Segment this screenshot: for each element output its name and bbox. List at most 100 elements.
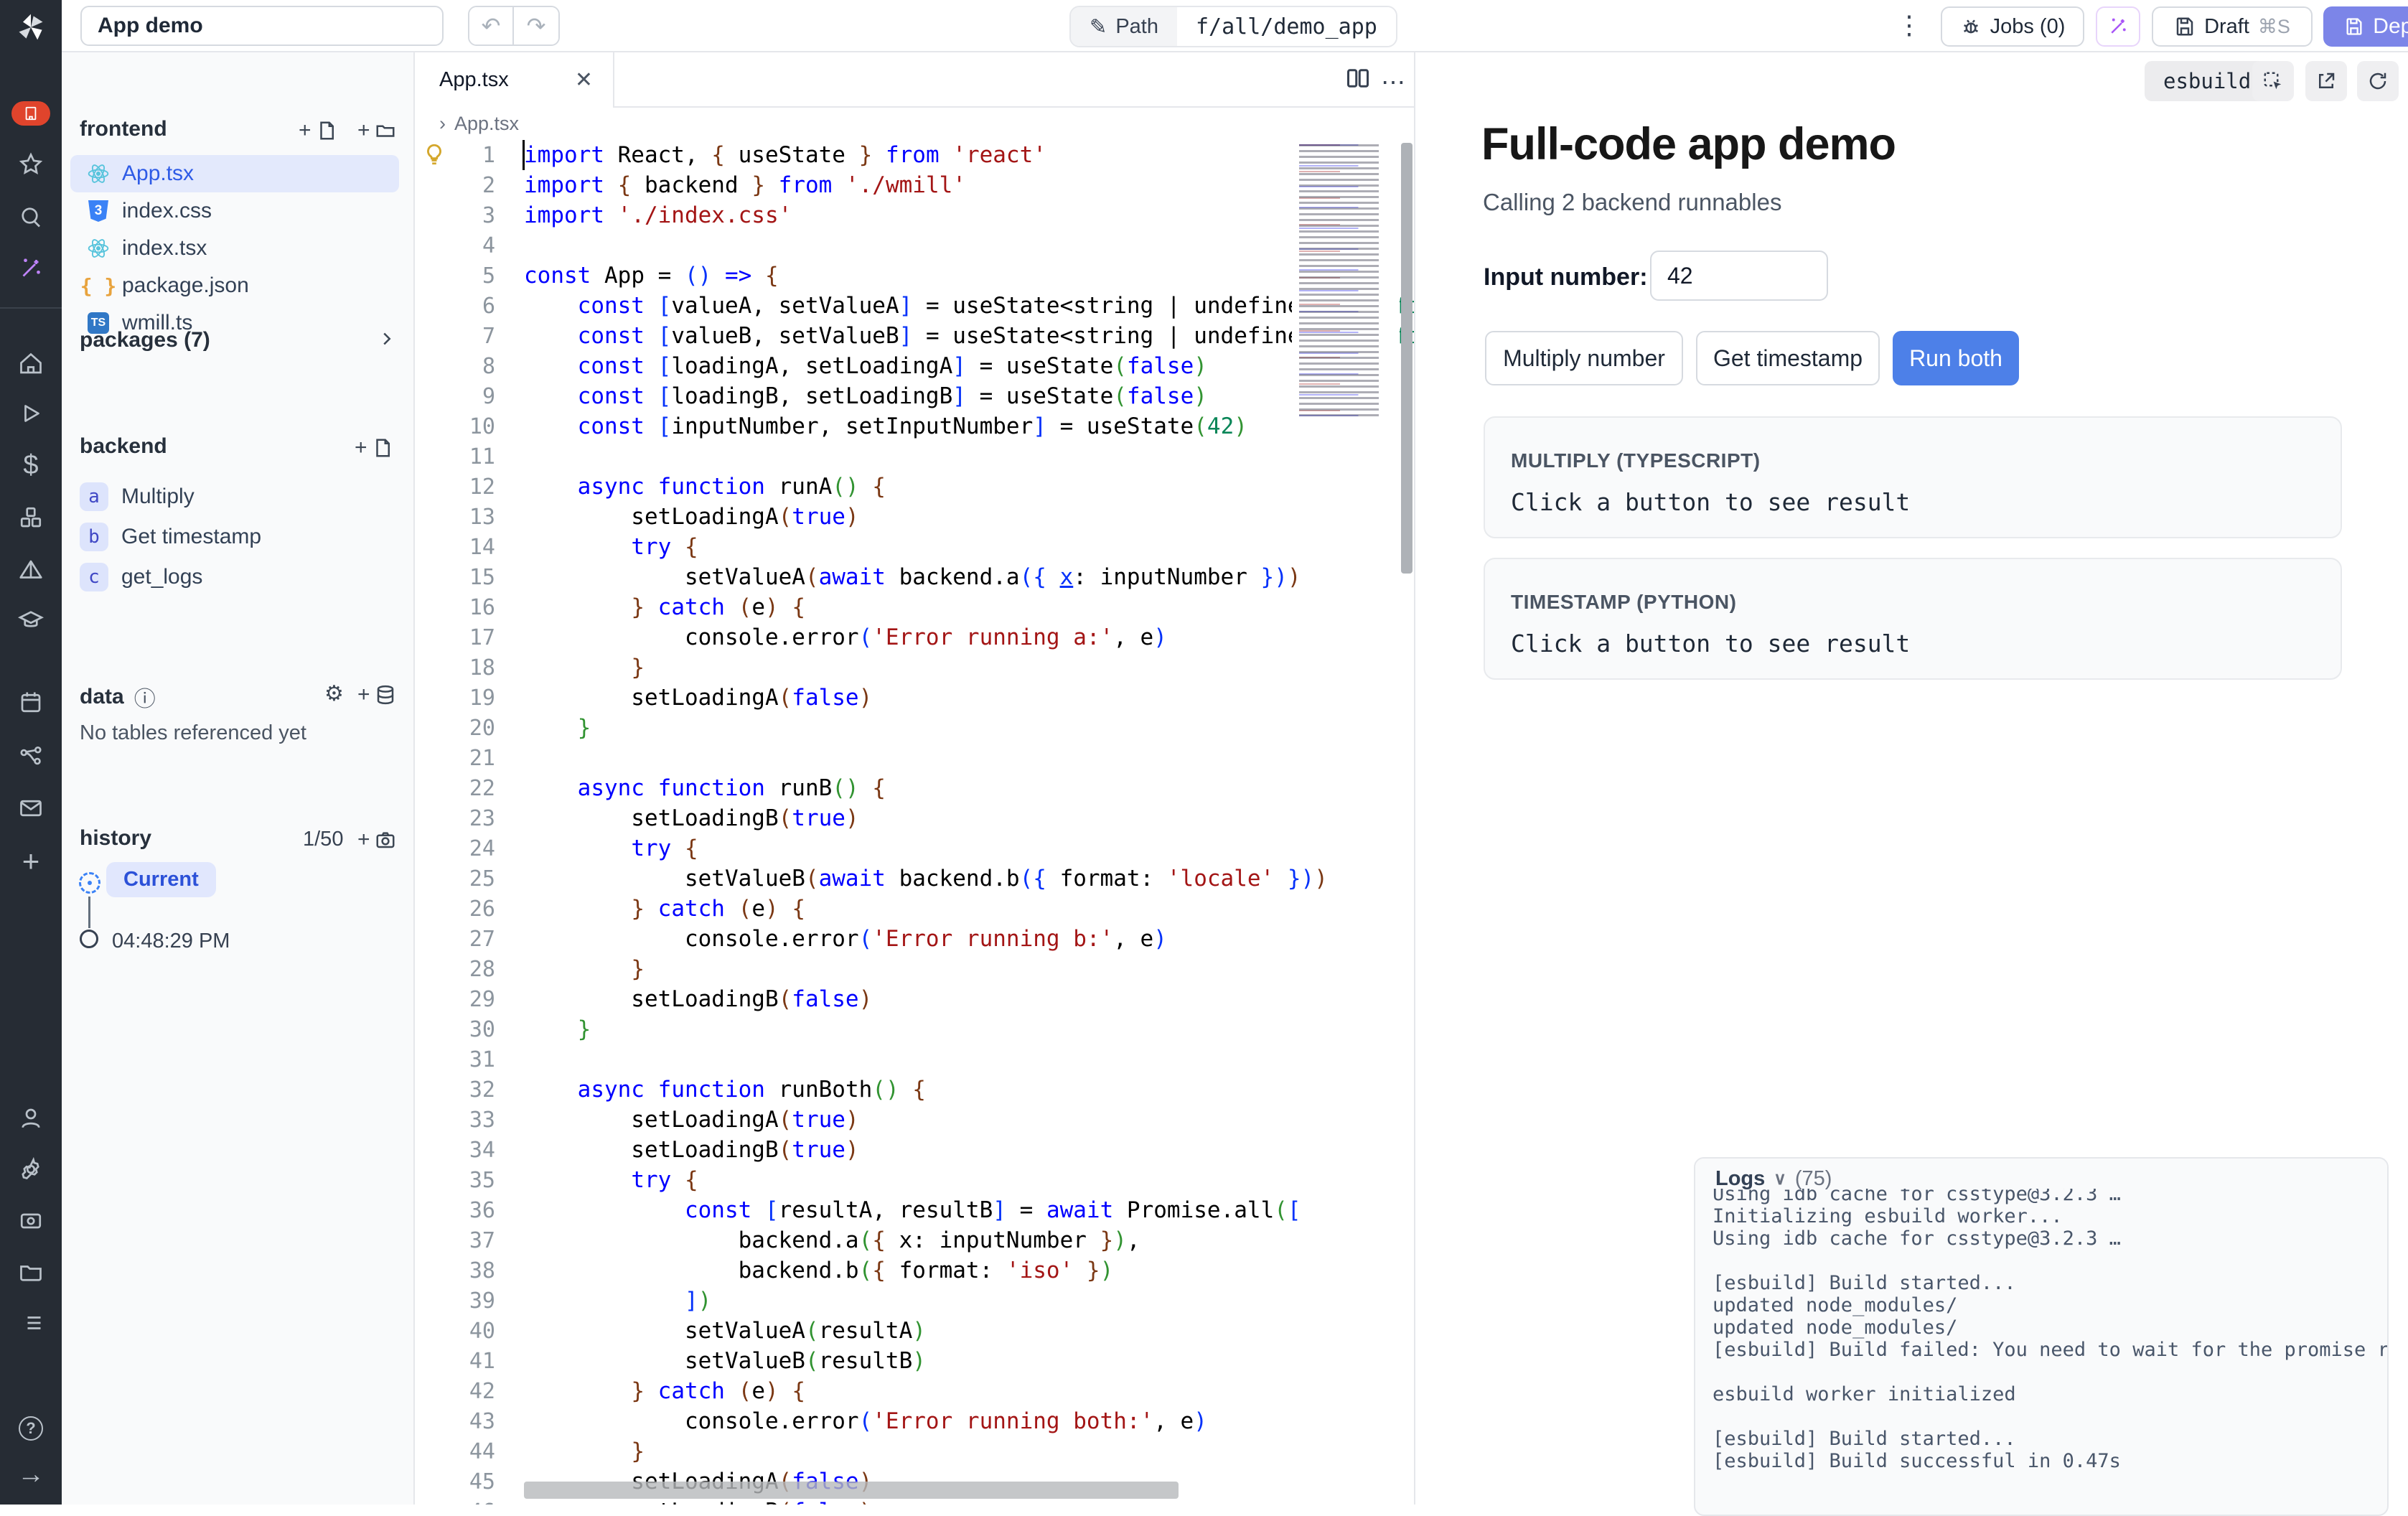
- magic-wand-icon[interactable]: [0, 256, 62, 281]
- collapse-arrow-icon[interactable]: →: [0, 1461, 62, 1487]
- code-line[interactable]: 18 }: [415, 652, 1414, 683]
- ai-wand-button[interactable]: [2096, 6, 2140, 47]
- code-line[interactable]: 33 setLoadingA(true): [415, 1105, 1414, 1135]
- audit-list-icon[interactable]: [0, 1310, 62, 1336]
- code-line[interactable]: 23 setLoadingB(true): [415, 803, 1414, 833]
- code-line[interactable]: 13 setLoadingA(true): [415, 502, 1414, 532]
- run-both-button[interactable]: Run both: [1893, 331, 2019, 385]
- add-snapshot-button[interactable]: +: [357, 828, 396, 852]
- code-line[interactable]: 32 async function runBoth() {: [415, 1075, 1414, 1105]
- calendar-icon[interactable]: [0, 689, 62, 715]
- get-timestamp-button[interactable]: Get timestamp: [1696, 331, 1880, 385]
- lightbulb-icon[interactable]: [422, 142, 446, 172]
- vertical-scrollbar[interactable]: [1400, 140, 1414, 1505]
- code-line[interactable]: 14 try {: [415, 532, 1414, 562]
- code-line[interactable]: 16 } catch (e) {: [415, 592, 1414, 622]
- file-item-index-css[interactable]: 3index.css: [70, 192, 399, 230]
- refresh-button[interactable]: [2357, 61, 2399, 101]
- file-item-index-tsx[interactable]: index.tsx: [70, 230, 399, 267]
- undo-button[interactable]: ↶: [469, 7, 514, 45]
- code-line[interactable]: 6 const [valueA, setValueA] = useState<s…: [415, 291, 1414, 321]
- code-line[interactable]: 40 setValueA(resultA): [415, 1316, 1414, 1346]
- redo-button[interactable]: ↷: [514, 7, 558, 45]
- info-icon[interactable]: ⓘ: [134, 681, 156, 713]
- help-icon[interactable]: ?: [0, 1416, 62, 1441]
- editor-more-icon[interactable]: ⋯: [1381, 68, 1405, 97]
- more-menu-kebab-icon[interactable]: ⋮: [1896, 10, 1922, 40]
- resources-cubes-icon[interactable]: [0, 505, 62, 530]
- code-line[interactable]: 11: [415, 441, 1414, 472]
- code-line[interactable]: 25 setValueB(await backend.b({ format: '…: [415, 864, 1414, 894]
- user-icon[interactable]: [0, 1105, 62, 1131]
- path-control[interactable]: ✎ Path f/all/demo_app: [1069, 6, 1397, 47]
- app-name-input[interactable]: [80, 6, 444, 46]
- code-line[interactable]: 22 async function runB() {: [415, 773, 1414, 803]
- code-line[interactable]: 38 backend.b({ format: 'iso' }): [415, 1255, 1414, 1286]
- code-line[interactable]: 41 setValueB(resultB): [415, 1346, 1414, 1376]
- tab-app-tsx[interactable]: App.tsx ✕: [415, 52, 614, 108]
- runnable-item-get-timestamp[interactable]: bGet timestamp: [80, 519, 261, 555]
- star-icon[interactable]: [0, 151, 62, 177]
- deploy-button[interactable]: Deploy: [2323, 6, 2408, 47]
- close-icon[interactable]: ✕: [575, 67, 593, 93]
- code-line[interactable]: 30 }: [415, 1014, 1414, 1044]
- vertical-scrollbar-thumb[interactable]: [1401, 143, 1413, 574]
- code-line[interactable]: 43 console.error('Error running both:', …: [415, 1406, 1414, 1436]
- code-line[interactable]: 24 try {: [415, 833, 1414, 864]
- runs-play-icon[interactable]: [0, 401, 62, 426]
- split-editor-icon[interactable]: [1345, 65, 1371, 95]
- file-item-app-tsx[interactable]: App.tsx: [70, 155, 399, 192]
- code-line[interactable]: 26 } catch (e) {: [415, 894, 1414, 924]
- add-file-button[interactable]: +: [299, 118, 337, 143]
- draft-button[interactable]: Draft ⌘S: [2152, 6, 2313, 47]
- open-external-button[interactable]: [2305, 61, 2347, 101]
- code-line[interactable]: 4: [415, 230, 1414, 261]
- packages-expand-chevron[interactable]: [376, 328, 398, 350]
- jobs-button[interactable]: Jobs (0): [1941, 6, 2084, 47]
- code-line[interactable]: 44 }: [415, 1436, 1414, 1466]
- folders-icon[interactable]: [0, 1259, 62, 1285]
- home-icon[interactable]: [0, 351, 62, 377]
- code-line[interactable]: 36 const [resultA, resultB] = await Prom…: [415, 1195, 1414, 1225]
- code-line[interactable]: 29 setLoadingB(false): [415, 984, 1414, 1014]
- code-line[interactable]: 10 const [inputNumber, setInputNumber] =…: [415, 411, 1414, 441]
- code-line[interactable]: 42 } catch (e) {: [415, 1376, 1414, 1406]
- minimap[interactable]: [1292, 140, 1400, 418]
- code-line[interactable]: 8 const [loadingA, setLoadingA] = useSta…: [415, 351, 1414, 381]
- routes-icon[interactable]: [0, 743, 62, 769]
- add-runnable-button[interactable]: +: [355, 436, 393, 460]
- code-line[interactable]: 34 setLoadingB(true): [415, 1135, 1414, 1165]
- code-line[interactable]: 21: [415, 743, 1414, 773]
- history-current-node[interactable]: [79, 872, 100, 894]
- code-line[interactable]: 19 setLoadingA(false): [415, 683, 1414, 713]
- variables-prism-icon[interactable]: [0, 557, 62, 583]
- logs-panel[interactable]: Using idb cache for csstype@3.2.3 …Initi…: [1694, 1157, 2389, 1516]
- search-icon[interactable]: [0, 204, 62, 230]
- add-folder-button[interactable]: +: [357, 118, 396, 143]
- history-current-badge[interactable]: Current: [106, 862, 216, 897]
- add-database-button[interactable]: +: [357, 683, 396, 707]
- code-line[interactable]: 7 const [valueB, setValueB] = useState<s…: [415, 321, 1414, 351]
- code-line[interactable]: 28 }: [415, 954, 1414, 984]
- plus-icon[interactable]: +: [0, 848, 62, 874]
- code-line[interactable]: 37 backend.a({ x: inputNumber }),: [415, 1225, 1414, 1255]
- code-line[interactable]: 31: [415, 1044, 1414, 1075]
- runnable-item-multiply[interactable]: aMultiply: [80, 479, 195, 515]
- code-line[interactable]: 9 const [loadingB, setLoadingB] = useSta…: [415, 381, 1414, 411]
- code-line[interactable]: 1import React, { useState } from 'react': [415, 140, 1414, 170]
- apps-active-icon[interactable]: [0, 100, 62, 126]
- logs-header[interactable]: Logs ∨ (75): [1695, 1159, 2387, 1189]
- code-line[interactable]: 27 console.error('Error running b:', e): [415, 924, 1414, 954]
- code-line[interactable]: 35 try {: [415, 1165, 1414, 1195]
- runnable-item-get_logs[interactable]: cget_logs: [80, 559, 202, 595]
- code-line[interactable]: 20 }: [415, 713, 1414, 743]
- code-area[interactable]: 1import React, { useState } from 'react'…: [415, 140, 1414, 1505]
- inspect-select-button[interactable]: [2252, 61, 2294, 101]
- horizontal-scrollbar-thumb[interactable]: [524, 1482, 1179, 1499]
- worker-groups-icon[interactable]: [0, 1208, 62, 1234]
- history-entry-timestamp[interactable]: 04:48:29 PM: [112, 930, 230, 953]
- input-number-field[interactable]: [1650, 251, 1828, 301]
- multiply-number-button[interactable]: Multiply number: [1485, 331, 1683, 385]
- code-line[interactable]: 2import { backend } from './wmill': [415, 170, 1414, 200]
- mail-icon[interactable]: [0, 795, 62, 821]
